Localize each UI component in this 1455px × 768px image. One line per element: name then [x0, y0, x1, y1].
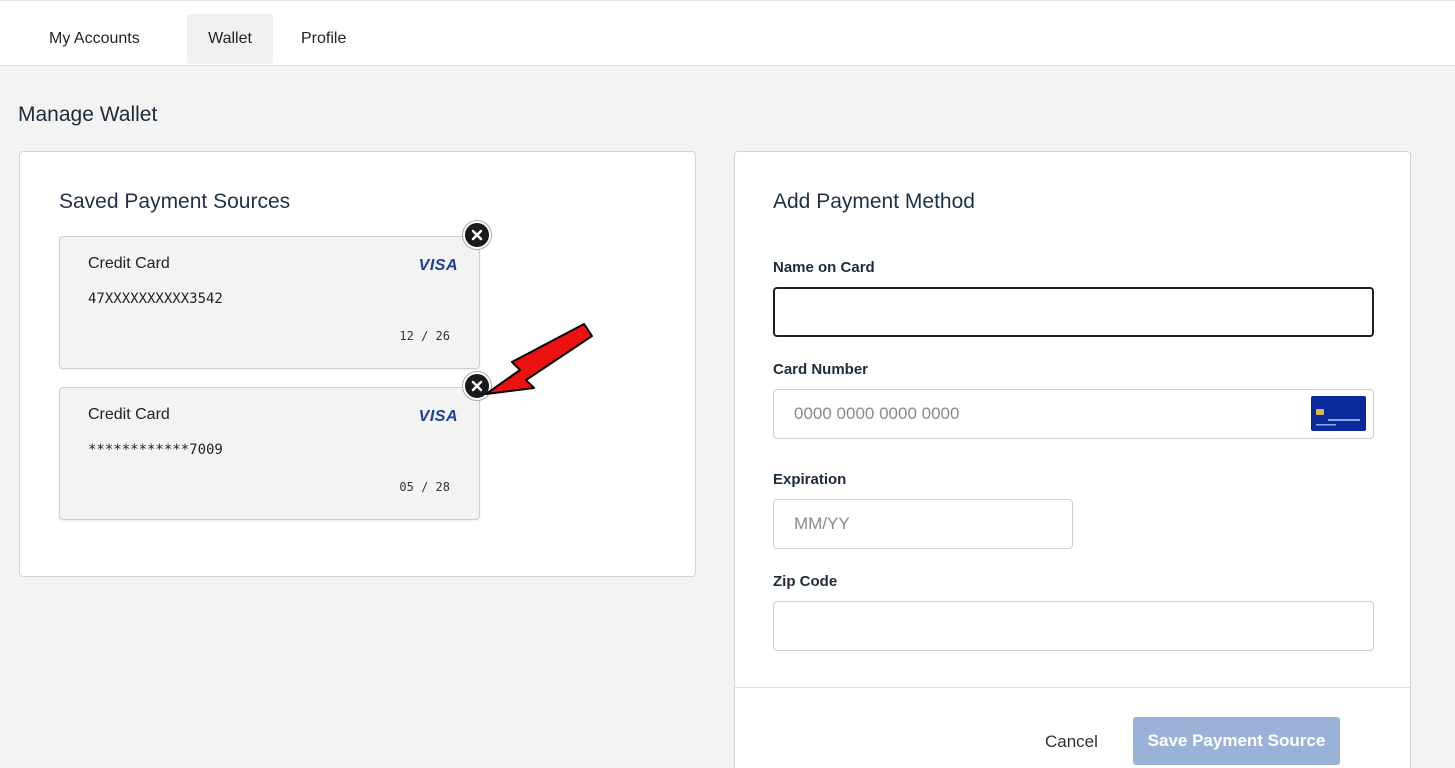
card-number-label: Card Number — [773, 361, 869, 378]
name-on-card-input[interactable] — [773, 287, 1374, 337]
zip-code-input[interactable] — [773, 601, 1374, 651]
remove-card-1-button[interactable] — [463, 221, 491, 249]
tab-profile[interactable]: Profile — [286, 14, 361, 64]
close-icon — [471, 229, 483, 241]
annotation-arrow-icon — [485, 323, 593, 395]
card-number: 47XXXXXXXXXX3542 — [88, 291, 223, 307]
saved-sources-heading: Saved Payment Sources — [59, 190, 291, 213]
visa-logo: VISA — [418, 257, 458, 274]
credit-card-icon — [1311, 396, 1366, 431]
add-payment-method-panel: Add Payment Method Name on Card Card Num… — [734, 151, 1411, 768]
card-expiry: 12 / 26 — [399, 329, 450, 343]
tab-my-accounts[interactable]: My Accounts — [34, 14, 155, 64]
card-number-input[interactable] — [773, 389, 1374, 439]
name-on-card-label: Name on Card — [773, 259, 875, 276]
payment-card-1[interactable]: Credit Card VISA 47XXXXXXXXXX3542 12 / 2… — [59, 236, 480, 369]
card-expiry: 05 / 28 — [399, 480, 450, 494]
add-method-heading: Add Payment Method — [773, 190, 975, 213]
expiration-label: Expiration — [773, 471, 847, 488]
page-title: Manage Wallet — [18, 103, 158, 126]
card-type: Credit Card — [88, 255, 170, 272]
cancel-button[interactable]: Cancel — [1045, 732, 1098, 752]
panel-divider — [735, 687, 1410, 688]
card-type: Credit Card — [88, 406, 170, 423]
zip-code-label: Zip Code — [773, 573, 838, 590]
top-navigation: My Accounts Wallet Profile — [0, 0, 1455, 66]
save-payment-source-button[interactable]: Save Payment Source — [1133, 717, 1340, 765]
visa-logo: VISA — [418, 408, 458, 425]
payment-card-2[interactable]: Credit Card VISA ************7009 05 / 2… — [59, 387, 480, 520]
card-number-field — [773, 389, 1374, 439]
card-number: ************7009 — [88, 442, 223, 458]
tab-wallet[interactable]: Wallet — [187, 14, 273, 64]
expiration-input[interactable] — [773, 499, 1073, 549]
